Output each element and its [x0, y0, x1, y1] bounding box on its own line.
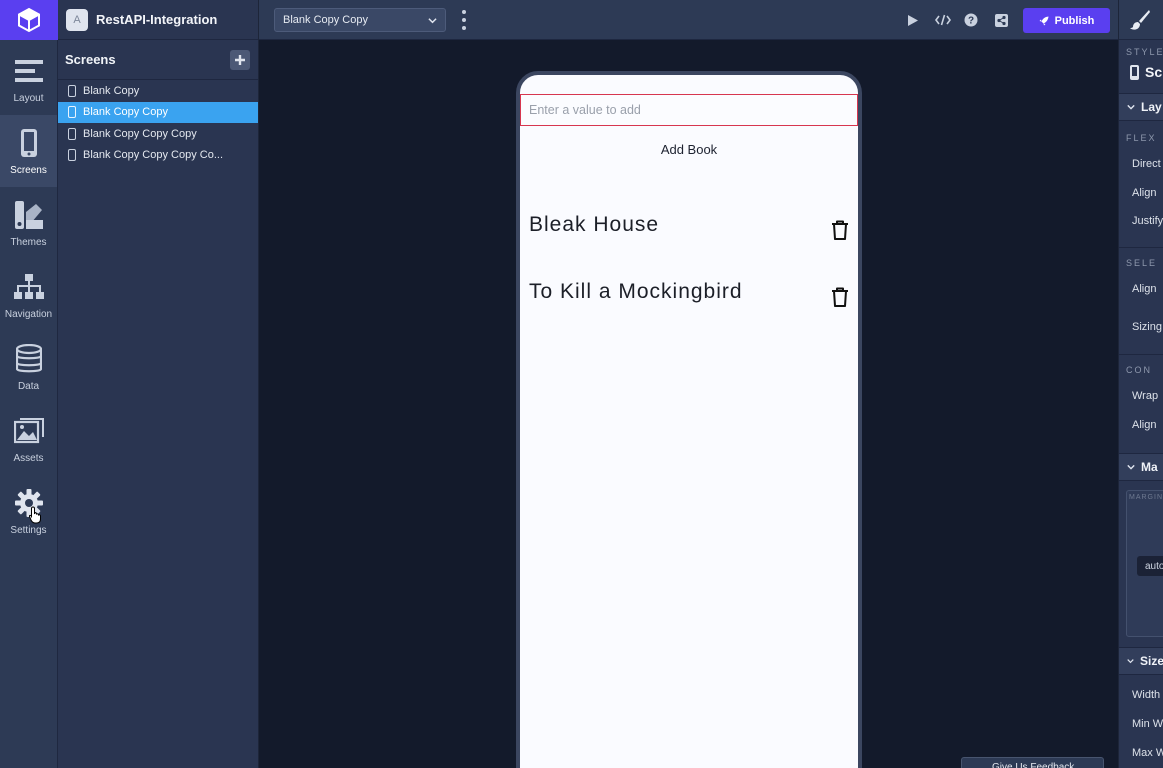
wrap-label: Wrap [1132, 390, 1159, 402]
rail-label: Navigation [4, 309, 53, 320]
chevron-down-icon [1127, 464, 1135, 470]
sizing-label: Sizing [1132, 321, 1162, 333]
rail-item-navigation[interactable]: Navigation [0, 259, 57, 331]
phone-icon [1130, 64, 1139, 80]
screens-panel: A RestAPI-Integration Screens Blank Copy… [58, 0, 259, 768]
rail-label: Assets [13, 453, 44, 464]
rail-label: Themes [10, 237, 47, 248]
top-toolbar: Blank Copy Copy ? Publish [259, 0, 1118, 40]
margin-section-header[interactable]: Ma [1119, 453, 1163, 481]
width-label: Width [1132, 689, 1161, 701]
rail-label: Data [17, 381, 40, 392]
rail-label: Layout [13, 93, 44, 104]
style-panel: STYLE Sc Lay FLEX Direct Align Justify S… [1118, 0, 1163, 768]
screens-header: Screens [58, 40, 258, 80]
image-icon [13, 415, 44, 447]
content-align-label: Align [1132, 419, 1157, 431]
rail-item-assets[interactable]: Assets [0, 403, 57, 475]
phone-icon [68, 149, 76, 162]
min-width-label: Min W [1132, 718, 1163, 730]
chevron-down-icon [1127, 104, 1135, 110]
self-label: SELE [1126, 258, 1158, 268]
app-badge[interactable]: A [66, 8, 88, 31]
book-title: Bleak House [529, 213, 660, 236]
code-icon[interactable] [934, 11, 952, 29]
layout-section-header[interactable]: Lay [1119, 93, 1163, 121]
screens-list: Blank Copy Blank Copy Copy Blank Copy Co… [58, 80, 258, 166]
trash-icon[interactable] [830, 286, 850, 308]
flex-label: FLEX [1126, 133, 1157, 143]
database-icon [14, 343, 44, 375]
screen-item-blank-copy-copy[interactable]: Blank Copy Copy [58, 101, 258, 123]
add-book-button[interactable]: Add Book [520, 142, 858, 157]
device-screen: Add Book Bleak House To Kill a Mockingbi… [520, 75, 858, 768]
margin-box: MARGIN auto [1126, 490, 1163, 637]
app-logo[interactable] [0, 0, 58, 40]
margin-small-label: MARGIN [1129, 494, 1163, 501]
publish-label: Publish [1054, 14, 1095, 27]
rocket-icon [1039, 16, 1049, 25]
left-rail: Layout Screens Themes Navigation Data As… [0, 0, 58, 768]
paintbrush-icon [1130, 9, 1150, 30]
plus-icon [235, 54, 245, 65]
help-icon[interactable]: ? [962, 11, 980, 29]
publish-button[interactable]: Publish [1023, 8, 1110, 33]
screen-item-label: Blank Copy Copy Copy Co... [83, 149, 224, 162]
layout-icon [14, 55, 44, 87]
svg-text:?: ? [968, 16, 974, 27]
justify-label: Justify [1132, 215, 1163, 227]
chevron-down-icon [428, 18, 437, 24]
divider [1119, 247, 1163, 248]
navigation-icon [13, 271, 44, 303]
size-section-header[interactable]: Size [1119, 647, 1163, 675]
feedback-button[interactable]: Give Us Feedback [961, 757, 1104, 768]
phone-icon [68, 127, 76, 140]
rail-label: Screens [10, 165, 47, 176]
screen-item-label: Blank Copy [83, 84, 140, 97]
phone-icon [68, 84, 76, 97]
max-width-label: Max W [1132, 747, 1163, 759]
content-label: CON [1126, 365, 1152, 375]
screen-item-blank-copy-copy-copy[interactable]: Blank Copy Copy Copy [58, 123, 258, 145]
add-value-input[interactable] [520, 94, 858, 126]
style-label: STYLE [1126, 47, 1163, 57]
self-align-label: Align [1132, 283, 1157, 295]
screen-item-label: Blank Copy Copy Copy [83, 127, 197, 140]
divider [1119, 354, 1163, 355]
rail-item-data[interactable]: Data [0, 331, 57, 403]
rail-item-themes[interactable]: Themes [0, 187, 57, 259]
device-frame: Add Book Bleak House To Kill a Mockingbi… [516, 71, 862, 768]
add-screen-button[interactable] [230, 49, 250, 70]
rail-item-layout[interactable]: Layout [0, 43, 57, 115]
rail-item-screens[interactable]: Screens [0, 115, 57, 187]
app-header: A RestAPI-Integration [58, 0, 258, 40]
screen-item-blank-copy[interactable]: Blank Copy [58, 80, 258, 102]
themes-icon [14, 199, 44, 231]
play-icon[interactable] [904, 11, 922, 29]
phone-icon [68, 106, 76, 119]
chevron-down-icon [1127, 659, 1134, 664]
screen-select-value: Blank Copy Copy [283, 14, 368, 26]
screen-select[interactable]: Blank Copy Copy [274, 8, 446, 32]
design-canvas: Add Book Bleak House To Kill a Mockingbi… [259, 41, 1118, 768]
screen-item-blank-copy-copy-copy-copy[interactable]: Blank Copy Copy Copy Co... [58, 145, 258, 167]
app-name[interactable]: RestAPI-Integration [96, 12, 217, 27]
hand-cursor-icon [28, 506, 43, 529]
screens-title: Screens [65, 52, 116, 67]
style-panel-header [1119, 0, 1163, 40]
book-title: To Kill a Mockingbird [529, 280, 743, 303]
direction-label: Direct [1132, 158, 1161, 170]
component-name: Sc [1130, 64, 1162, 80]
trash-icon[interactable] [830, 219, 850, 241]
screen-item-label: Blank Copy Copy [83, 106, 168, 119]
cube-logo-icon [18, 7, 40, 33]
more-options-icon[interactable] [461, 10, 467, 30]
align-label: Align [1132, 187, 1157, 199]
phone-icon [14, 127, 44, 159]
share-icon[interactable] [992, 11, 1010, 29]
margin-value-input[interactable]: auto [1137, 556, 1163, 576]
